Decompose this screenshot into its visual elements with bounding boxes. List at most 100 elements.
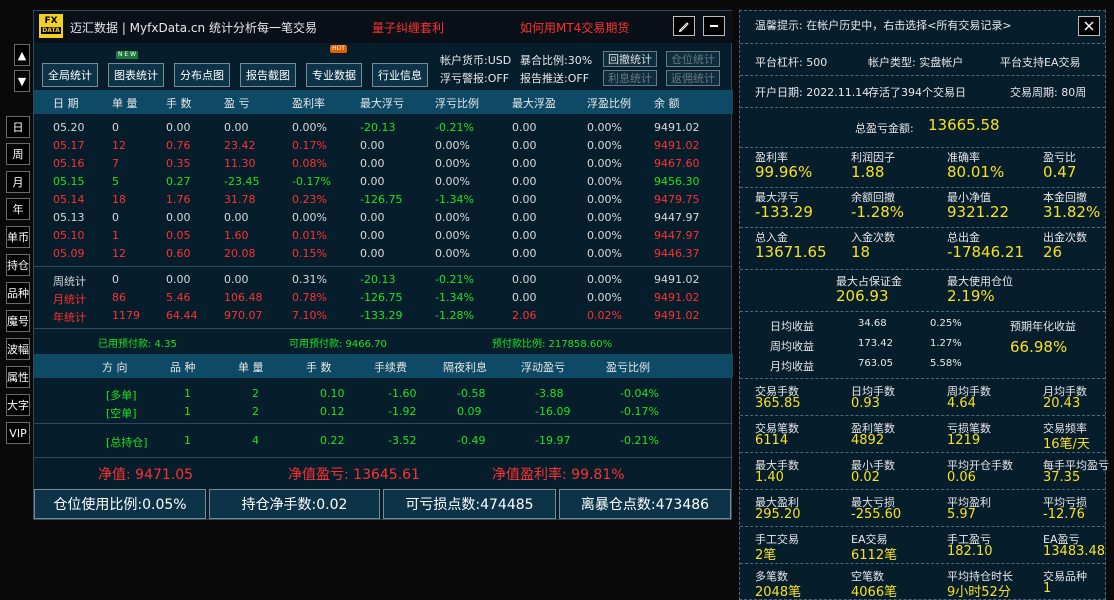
daily-row: 05.13 0 0.00 0.00 0.00% 0.00 0.00% 0.00 0.00% 944… [34, 209, 733, 227]
trade-stat-value: 0.06 [947, 470, 976, 485]
side-button-8[interactable]: 波幅 [6, 338, 30, 360]
daily-cell: 0.60 [166, 247, 191, 260]
daily-cell: 5 [112, 175, 119, 188]
scroll-up-button[interactable]: ▲ [14, 44, 30, 66]
daily-table-header: 日 期 单 量 手 数 盈 亏 盈利率 最大浮亏 浮亏比例 最大浮盈 浮盈比例 余 额 [34, 90, 733, 114]
stat-value: -133.29 [755, 203, 813, 221]
daily-cell: 9447.97 [654, 229, 700, 242]
rebate-stats-button[interactable]: 返佣统计 [666, 70, 720, 86]
daily-total-cell: -126.75 [360, 291, 403, 304]
minimize-icon[interactable] [703, 16, 725, 36]
daily-cell: 0.08% [292, 157, 327, 170]
daily-total-cell: 64.44 [166, 309, 198, 322]
used-prepay: 已用预付款: 4.35 [98, 339, 177, 350]
prepay-ratio: 预付款比例: 217858.60% [492, 339, 613, 350]
daily-header-4: 盈利率 [292, 97, 325, 110]
positions-header-4: 手续费 [374, 361, 407, 374]
daily-cell: 0.00% [435, 211, 470, 224]
trade-stat-value: 0.02 [851, 470, 880, 485]
avg-percent: 5.58% [930, 358, 962, 369]
promo-link-futures[interactable]: 如何用MT4交易期货 [520, 19, 629, 36]
daily-row: 05.17 12 0.76 23.42 0.17% 0.00 0.00% 0.00 0.00% 9… [34, 137, 733, 155]
positions-cell: -1.60 [388, 387, 417, 400]
scroll-down-button[interactable]: ▼ [14, 70, 30, 92]
daily-cell: 05.20 [53, 121, 85, 134]
daily-cell: 0.00% [435, 247, 470, 260]
daily-cell: 1.60 [224, 229, 249, 242]
daily-header-7: 最大浮盈 [512, 97, 556, 110]
trade-stat-value: 4066笔 [851, 585, 898, 600]
trade-stat-value: 1.40 [755, 470, 784, 485]
close-icon[interactable] [1078, 16, 1100, 36]
daily-header-2: 手 数 [166, 97, 192, 110]
positions-cell: 1 [184, 405, 191, 418]
side-button-6[interactable]: 品种 [6, 282, 30, 304]
positions-header-3: 手 数 [306, 361, 332, 374]
toolbar-button-1[interactable]: 图表统计 [108, 63, 164, 87]
daily-cell: 0.23% [292, 193, 327, 206]
trade-stat-value: -255.60 [851, 507, 902, 522]
daily-cell: 0 [112, 211, 119, 224]
interest-stats-button[interactable]: 利息统计 [603, 70, 657, 86]
net-lots: 持仓净手数:0.02 [209, 489, 380, 519]
promo-link-arbitrage[interactable]: 量子纠缠套利 [372, 19, 444, 36]
net-value: 净值: 9471.05 [98, 467, 194, 483]
trade-stat-value: 2048笔 [755, 585, 802, 600]
avg-value: 34.68 [858, 318, 887, 329]
avg-percent: 0.25% [930, 318, 962, 329]
side-button-9[interactable]: 属性 [6, 366, 30, 388]
float-loss-alert[interactable]: 浮亏警报:OFF [440, 70, 509, 86]
drawdown-stats-button[interactable]: 回撤统计 [603, 51, 657, 67]
position-stats-button[interactable]: 仓位统计 [666, 51, 720, 67]
toolbar-button-2[interactable]: 分布点图 [174, 63, 230, 87]
trade-stat-value: 4.64 [947, 396, 976, 411]
positions-cell: -0.17% [620, 405, 659, 418]
side-button-3[interactable]: 年 [6, 198, 30, 220]
positions-total-cell: 1 [184, 434, 191, 447]
side-button-10[interactable]: 大字 [6, 394, 30, 416]
daily-cell: 0.27 [166, 175, 191, 188]
daily-cell: 0.00% [435, 229, 470, 242]
positions-cell: -1.92 [388, 405, 417, 418]
stat-value: 1.88 [851, 163, 885, 181]
hot-badge: HOT [330, 45, 347, 53]
side-button-7[interactable]: 魔号 [6, 310, 30, 332]
daily-cell: -126.75 [360, 193, 403, 206]
daily-cell: 9479.75 [654, 193, 700, 206]
side-button-4[interactable]: 单币 [6, 226, 30, 248]
avg-value: 763.05 [858, 358, 893, 369]
open-date: 开户日期: 2022.11.14 [755, 86, 870, 99]
avg-label: 周均收益 [770, 340, 814, 353]
report-push[interactable]: 报告推送:OFF [520, 70, 589, 86]
daily-cell: 0 [112, 121, 119, 134]
daily-cell: 0.00 [224, 211, 249, 224]
trade-stat-value: 37.35 [1043, 470, 1081, 485]
side-button-1[interactable]: 周 [6, 143, 30, 165]
ea-support: 平台支持EA交易 [1000, 56, 1081, 69]
daily-cell: 7 [112, 157, 119, 170]
daily-total-cell: -133.29 [360, 309, 403, 322]
daily-cell: 05.15 [53, 175, 85, 188]
positions-total-cell: 0.22 [320, 434, 345, 447]
toolbar-button-3[interactable]: 报告截图 [240, 63, 296, 87]
toolbar-button-4[interactable]: 专业数据 [306, 63, 362, 87]
stat-value: 26 [1043, 243, 1063, 261]
positions-total-row: [总持仓] 1 4 0.22 -3.52 -0.49 -19.97 -0.21% [34, 432, 733, 450]
daily-total-row: 周统计 0 0.00 0.00 0.31% -20.13 -0.21% 0.00 0.00% 94… [34, 271, 733, 289]
daily-total-cell: 0.31% [292, 273, 327, 286]
daily-cell: 0.35 [166, 157, 191, 170]
side-button-2[interactable]: 月 [6, 171, 30, 193]
side-button-11[interactable]: VIP [6, 422, 30, 444]
daily-cell: 0.00% [587, 229, 622, 242]
side-button-5[interactable]: 持仓 [6, 254, 30, 276]
side-button-0[interactable]: 日 [6, 116, 30, 138]
daily-total-cell: -20.13 [360, 273, 396, 286]
daily-cell: 11.30 [224, 157, 256, 170]
toolbar-button-5[interactable]: 行业信息 [372, 63, 428, 87]
daily-total-cell: 5.46 [166, 291, 191, 304]
positions-cell: [空单] [106, 407, 137, 420]
toolbar-button-0[interactable]: 全局统计 [42, 63, 98, 87]
pencil-icon[interactable] [673, 16, 695, 36]
daily-cell: 0.00 [512, 229, 537, 242]
new-badge: N E W [116, 51, 139, 59]
